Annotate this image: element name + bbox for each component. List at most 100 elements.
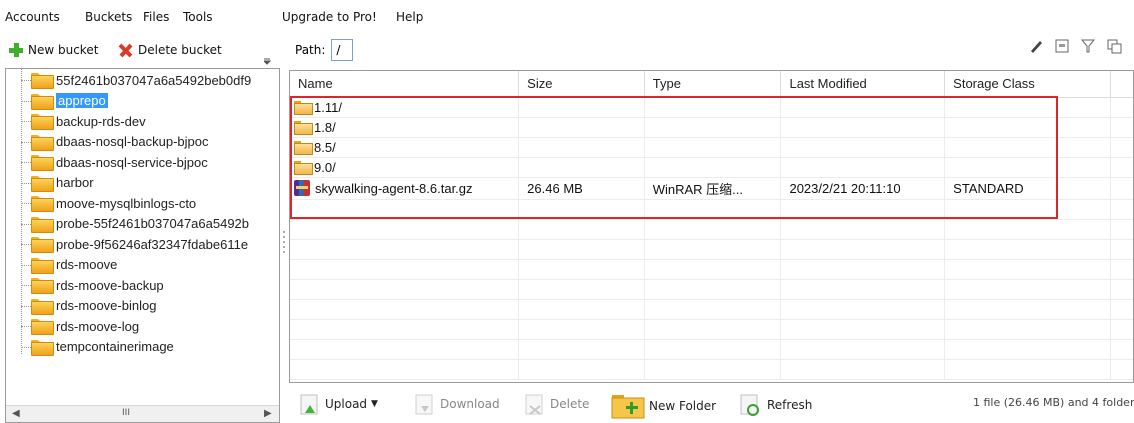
- bucket-item[interactable]: tempcontainerimage: [31, 337, 174, 357]
- empty-cell: [780, 299, 946, 320]
- folder-icon: [31, 134, 54, 151]
- edit-pencil-icon[interactable]: [1028, 38, 1044, 54]
- scroll-right-icon[interactable]: ▶: [264, 408, 272, 419]
- empty-cell: [944, 219, 1111, 240]
- tree-connector: [21, 80, 31, 81]
- bucket-item[interactable]: rds-moove: [31, 255, 117, 275]
- bucket-item[interactable]: probe-55f2461b037047a6a5492b: [31, 214, 249, 234]
- column-storage-class[interactable]: Storage Class: [944, 71, 1111, 98]
- tree-connector: [21, 244, 31, 245]
- delete-label: Delete: [550, 397, 590, 411]
- column-name[interactable]: Name: [290, 71, 520, 98]
- new-bucket-label: New bucket: [28, 43, 99, 57]
- menu-files[interactable]: Files: [143, 10, 169, 24]
- bucket-label: probe-55f2461b037047a6a5492b: [56, 216, 250, 231]
- bucket-label: backup-rds-dev: [56, 113, 146, 129]
- bucket-label: rds-moove-log: [56, 318, 140, 334]
- empty-cell: [518, 339, 645, 360]
- menu-help[interactable]: Help: [396, 10, 423, 24]
- bucket-item[interactable]: rds-moove-backup: [31, 275, 164, 295]
- menu-tools[interactable]: Tools: [183, 10, 213, 24]
- empty-cell: [518, 279, 645, 300]
- empty-cell: [518, 259, 645, 280]
- refresh-button[interactable]: Refresh: [739, 393, 812, 417]
- bucket-label: rds-moove-binlog: [56, 298, 157, 313]
- bucket-item[interactable]: apprepo: [31, 91, 108, 111]
- empty-cell: [518, 239, 645, 260]
- folder-icon: [31, 73, 54, 89]
- tree-connector: [21, 162, 31, 163]
- dropdown-arrow-icon[interactable]: ▼: [371, 399, 378, 409]
- scroll-thumb[interactable]: III: [96, 408, 156, 420]
- new-folder-button[interactable]: New Folder: [611, 393, 716, 419]
- download-button[interactable]: Download: [414, 393, 500, 415]
- path-bar: Path: /: [295, 38, 354, 62]
- column-size[interactable]: Size: [518, 71, 645, 98]
- delete-bucket-button[interactable]: Delete bucket: [118, 42, 222, 58]
- delete-icon: [525, 394, 543, 415]
- folder-icon: [31, 196, 54, 212]
- column-type[interactable]: Type: [644, 71, 782, 98]
- bucket-item[interactable]: moove-mysqlbinlogs-cto: [31, 193, 196, 213]
- view-icon[interactable]: [1054, 38, 1070, 54]
- refresh-label: Refresh: [767, 398, 813, 412]
- horizontal-scrollbar[interactable]: ◀ III ▶: [6, 405, 279, 422]
- upload-button[interactable]: Upload ▼: [299, 393, 378, 415]
- bucket-item[interactable]: rds-moove-binlog: [31, 296, 156, 316]
- bucket-label: apprepo: [56, 93, 108, 108]
- status-text: 1 file (26.46 MB) and 4 folders: [973, 396, 1134, 409]
- empty-cell: [944, 259, 1111, 280]
- empty-cell: [780, 279, 946, 300]
- menu-accounts[interactable]: Accounts: [5, 10, 60, 24]
- empty-cell: [1110, 157, 1133, 178]
- path-input[interactable]: /: [331, 39, 354, 61]
- bucket-item[interactable]: dbaas-nosql-backup-bjpoc: [31, 132, 208, 152]
- empty-cell: [290, 359, 520, 380]
- empty-cell: [780, 239, 946, 260]
- empty-cell: [644, 359, 782, 380]
- empty-cell: [944, 319, 1111, 340]
- bucket-item[interactable]: dbaas-nosql-service-bjpoc: [31, 152, 208, 172]
- tree-connector: [21, 182, 31, 184]
- bucket-item[interactable]: rds-moove-log: [31, 316, 139, 336]
- new-bucket-button[interactable]: New bucket: [8, 42, 98, 58]
- menu-buckets[interactable]: Buckets: [85, 10, 132, 24]
- tree-connector: [21, 305, 31, 307]
- empty-cell: [1110, 259, 1133, 280]
- filter-icon[interactable]: [1080, 38, 1096, 54]
- bucket-item[interactable]: 55f2461b037047a6a5492beb0df9: [31, 70, 251, 90]
- delete-bucket-label: Delete bucket: [138, 43, 222, 57]
- empty-cell: [290, 219, 520, 240]
- delete-button[interactable]: Delete: [524, 393, 589, 415]
- bucket-label: rds-moove: [56, 257, 118, 272]
- empty-cell: [290, 339, 520, 360]
- empty-cell: [644, 279, 782, 300]
- empty-cell: [1110, 239, 1133, 260]
- tree-connector: [21, 326, 31, 327]
- folder-icon: [31, 298, 54, 315]
- scroll-left-icon[interactable]: ◀: [12, 408, 20, 419]
- pane-splitter[interactable]: [282, 228, 286, 258]
- empty-cell: [780, 259, 946, 280]
- copy-icon[interactable]: [1106, 38, 1122, 54]
- empty-cell: [644, 319, 782, 340]
- bucket-label: 55f2461b037047a6a5492beb0df9: [56, 72, 252, 88]
- bucket-item[interactable]: harbor: [31, 173, 94, 193]
- empty-cell: [1110, 177, 1133, 200]
- upload-label: Upload: [325, 397, 368, 411]
- new-folder-icon: [611, 395, 645, 419]
- empty-cell: [290, 299, 520, 320]
- bucket-label: harbor: [56, 175, 94, 190]
- empty-row: [290, 239, 1133, 260]
- menu-upgrade[interactable]: Upgrade to Pro!: [282, 10, 377, 24]
- empty-cell: [290, 259, 520, 280]
- bucket-item[interactable]: backup-rds-dev: [31, 111, 146, 131]
- folder-icon: [31, 114, 54, 130]
- bucket-item[interactable]: probe-9f56246af32347fdabe611e: [31, 234, 248, 254]
- empty-cell: [518, 359, 645, 380]
- overflow-chevron-icon[interactable]: [264, 58, 271, 65]
- empty-cell: [944, 359, 1111, 380]
- empty-cell: [518, 299, 645, 320]
- empty-cell: [1110, 299, 1133, 320]
- column-last-modified[interactable]: Last Modified: [780, 71, 946, 98]
